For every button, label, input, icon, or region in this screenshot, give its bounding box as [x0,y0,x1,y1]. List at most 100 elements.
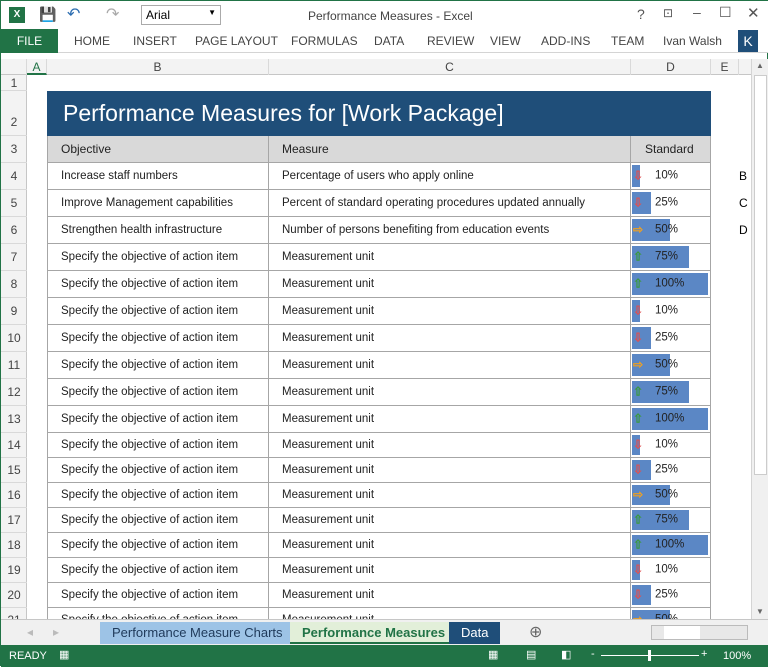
tab-formulas[interactable]: FORMULAS [291,34,358,48]
avatar[interactable]: K [738,30,758,52]
objective-cell[interactable]: Specify the objective of action item [47,458,269,483]
measure-cell[interactable]: Measurement unit [269,558,631,583]
row-header[interactable]: 2 [1,91,27,136]
objective-cell[interactable]: Specify the objective of action item [47,298,269,325]
tab-insert[interactable]: INSERT [133,34,177,48]
add-sheet-icon[interactable]: ⊕ [529,622,542,642]
scroll-thumb[interactable] [754,75,767,475]
objective-cell[interactable]: Specify the objective of action item [47,508,269,533]
header-measure[interactable]: Measure [269,136,631,163]
objective-cell[interactable]: Specify the objective of action item [47,608,269,619]
row-header[interactable]: 11 [1,352,27,379]
scroll-up-icon[interactable]: ▲ [756,61,764,70]
standard-cell[interactable]: ⇨ 50% [631,608,711,619]
objective-cell[interactable]: Specify the objective of action item [47,533,269,558]
zoom-out-icon[interactable]: - [591,648,595,660]
row-header[interactable]: 8 [1,271,27,298]
objective-cell[interactable]: Specify the objective of action item [47,271,269,298]
row-header[interactable]: 4 [1,163,27,190]
column-header-e[interactable]: E [711,59,739,75]
sheet-tab-data[interactable]: Data [449,622,501,644]
row-header[interactable]: 14 [1,433,27,458]
measure-cell[interactable]: Percentage of users who apply online [269,163,631,190]
objective-cell[interactable]: Strengthen health infrastructure [47,217,269,244]
standard-cell[interactable]: ⇧ 75% [631,244,711,271]
row-header[interactable]: 6 [1,217,27,244]
measure-cell[interactable]: Measurement unit [269,406,631,433]
sheet-tab-performance-measures[interactable]: Performance Measures [290,622,458,644]
help-icon[interactable]: ? [637,6,645,22]
prev-sheet-icon[interactable]: ◂ [27,625,33,639]
measure-cell[interactable]: Measurement unit [269,433,631,458]
row-header[interactable]: 10 [1,325,27,352]
row-header[interactable]: 3 [1,136,27,163]
tab-data[interactable]: DATA [374,34,404,48]
measure-cell[interactable]: Measurement unit [269,244,631,271]
close-icon[interactable]: ✕ [747,4,760,22]
redo-icon[interactable]: ↷ [106,4,119,24]
measure-cell[interactable]: Measurement unit [269,508,631,533]
row-header[interactable]: 1 [1,75,27,91]
zoom-in-icon[interactable]: + [701,648,707,660]
font-name-box[interactable]: Arial ▼ [141,5,221,25]
row-header[interactable]: 5 [1,190,27,217]
standard-cell[interactable]: ⇩ 25% [631,190,711,217]
tab-review[interactable]: REVIEW [427,34,474,48]
row-header[interactable]: 7 [1,244,27,271]
column-header-a[interactable]: A [27,59,47,75]
zoom-slider[interactable] [601,650,699,661]
save-icon[interactable]: 💾 [39,6,56,23]
standard-cell[interactable]: ⇩ 25% [631,583,711,608]
tab-add-ins[interactable]: ADD-INS [541,34,590,48]
scroll-down-icon[interactable]: ▼ [756,607,764,616]
tab-team[interactable]: TEAM [611,34,644,48]
maximize-icon[interactable]: ☐ [719,4,732,21]
standard-cell[interactable]: ⇩ 10% [631,433,711,458]
macro-record-icon[interactable]: ▦ [59,648,69,661]
tab-view[interactable]: VIEW [490,34,521,48]
standard-cell[interactable]: ⇧ 100% [631,533,711,558]
objective-cell[interactable]: Specify the objective of action item [47,379,269,406]
tab-file[interactable]: FILE [1,29,58,53]
measure-cell[interactable]: Measurement unit [269,379,631,406]
standard-cell[interactable]: ⇨ 50% [631,352,711,379]
horizontal-scrollbar[interactable] [651,625,748,640]
objective-cell[interactable]: Specify the objective of action item [47,244,269,271]
objective-cell[interactable]: Specify the objective of action item [47,352,269,379]
normal-view-icon[interactable]: ▦ [488,648,498,661]
standard-cell[interactable]: ⇩ 10% [631,298,711,325]
next-sheet-icon[interactable]: ▸ [53,625,59,639]
row-header[interactable]: 17 [1,508,27,533]
row-header[interactable]: 16 [1,483,27,508]
measure-cell[interactable]: Measurement unit [269,271,631,298]
select-all-corner[interactable] [1,59,27,75]
tab-home[interactable]: HOME [74,34,110,48]
column-e-cell[interactable]: D [739,217,748,244]
sheet-tab-performance-measure-charts[interactable]: Performance Measure Charts [100,622,295,644]
row-header[interactable]: 13 [1,406,27,433]
column-e-cell[interactable]: B [739,163,747,190]
objective-cell[interactable]: Improve Management capabilities [47,190,269,217]
standard-cell[interactable]: ⇩ 10% [631,558,711,583]
row-header[interactable]: 15 [1,458,27,483]
row-header[interactable]: 19 [1,558,27,583]
objective-cell[interactable]: Specify the objective of action item [47,433,269,458]
zoom-slider-thumb[interactable] [648,650,651,661]
column-e-cell[interactable]: C [739,190,748,217]
undo-icon[interactable]: ↶ [67,4,80,24]
standard-cell[interactable]: ⇧ 75% [631,379,711,406]
ribbon-display-icon[interactable]: ⊡ [663,6,673,20]
page-layout-view-icon[interactable]: ▤ [526,648,536,661]
minimize-icon[interactable]: – [693,4,701,20]
standard-cell[interactable]: ⇧ 100% [631,406,711,433]
measure-cell[interactable]: Measurement unit [269,608,631,619]
standard-cell[interactable]: ⇩ 10% [631,163,711,190]
user-name[interactable]: Ivan Walsh [663,34,722,48]
measure-cell[interactable]: Percent of standard operating procedures… [269,190,631,217]
measure-cell[interactable]: Measurement unit [269,533,631,558]
row-header[interactable]: 9 [1,298,27,325]
header-standard[interactable]: Standard [631,136,711,163]
horizontal-scroll-thumb[interactable] [664,626,700,639]
measure-cell[interactable]: Measurement unit [269,298,631,325]
objective-cell[interactable]: Specify the objective of action item [47,406,269,433]
